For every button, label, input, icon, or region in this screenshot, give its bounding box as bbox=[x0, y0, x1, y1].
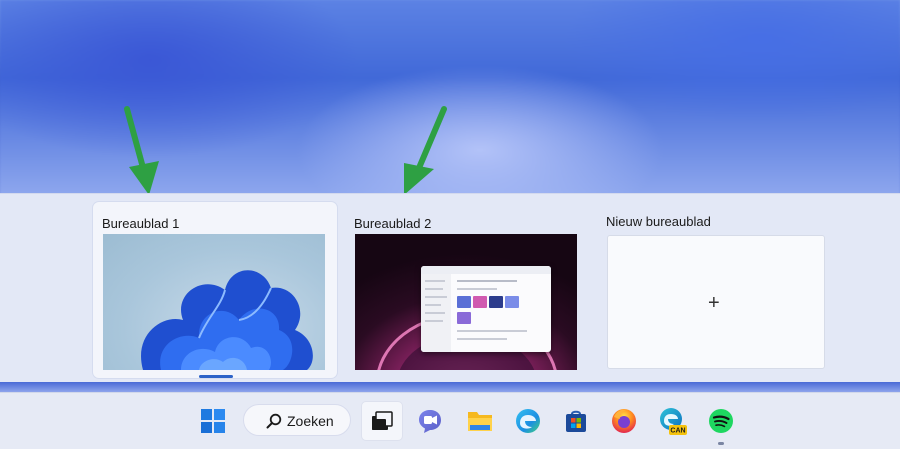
new-desktop-label: Nieuw bureaublad bbox=[606, 214, 711, 229]
green-arrow-2 bbox=[404, 106, 447, 195]
running-app-indicator bbox=[718, 442, 724, 445]
green-arrow-1 bbox=[124, 106, 159, 195]
search-icon bbox=[266, 413, 282, 429]
search-button[interactable]: Zoeken bbox=[243, 404, 351, 436]
new-desktop-button[interactable]: + bbox=[607, 235, 825, 369]
desktop-thumbnail-2[interactable] bbox=[355, 234, 577, 370]
mini-app-window bbox=[421, 266, 551, 352]
desktop-card-1[interactable]: Bureaublad 1 bbox=[93, 202, 337, 378]
new-desktop-card[interactable]: Nieuw bureaublad + bbox=[597, 202, 841, 378]
spotify-icon[interactable] bbox=[705, 405, 737, 437]
plus-icon: + bbox=[708, 292, 720, 314]
bloom-wallpaper-image bbox=[141, 270, 313, 370]
desktop-card-2[interactable]: Bureaublad 2 bbox=[345, 202, 589, 378]
desktop-switcher: Bureaublad 1 Bureaublad 2 Nieuw bureaubl… bbox=[0, 193, 900, 394]
desktop-label-2: Bureaublad 2 bbox=[354, 216, 432, 231]
task-view-icon bbox=[372, 411, 393, 430]
windows-start-icon[interactable] bbox=[197, 405, 229, 437]
search-label: Zoeken bbox=[287, 413, 334, 429]
edge-icon[interactable] bbox=[512, 405, 544, 437]
edge-canary-icon[interactable]: CAN bbox=[656, 405, 688, 437]
teams-chat-icon[interactable] bbox=[414, 405, 446, 437]
desktop-thumbnail-1[interactable] bbox=[103, 234, 325, 370]
firefox-icon[interactable] bbox=[608, 405, 640, 437]
taskbar-edge bbox=[0, 382, 900, 392]
canary-badge-text: CAN bbox=[670, 428, 685, 435]
desktop-label-1: Bureaublad 1 bbox=[102, 216, 180, 231]
task-view-button[interactable] bbox=[361, 401, 403, 441]
microsoft-store-icon[interactable] bbox=[560, 405, 592, 437]
taskbar: Zoeken CAN bbox=[0, 392, 900, 449]
file-explorer-icon[interactable] bbox=[464, 405, 496, 437]
active-desktop-indicator bbox=[199, 375, 233, 378]
